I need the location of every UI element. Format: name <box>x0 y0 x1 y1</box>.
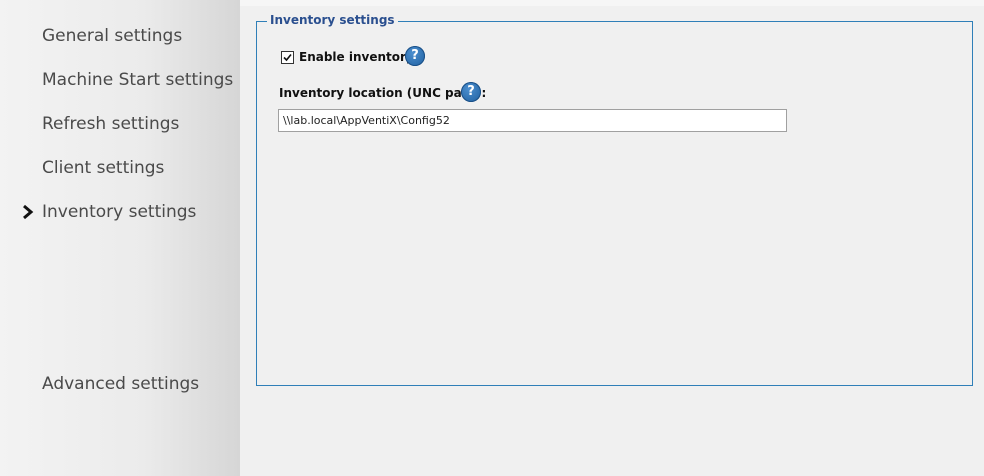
chevron-right-icon <box>23 204 34 220</box>
question-help-icon[interactable]: ? <box>405 46 425 66</box>
enable-inventory-checkbox[interactable] <box>281 51 294 64</box>
inventory-location-label: Inventory location (UNC path): <box>279 86 487 100</box>
inventory-location-input[interactable] <box>278 109 787 132</box>
inventory-settings-group-title: Inventory settings <box>267 13 398 27</box>
sidebar-item-general-settings[interactable]: General settings <box>42 26 182 46</box>
question-help-icon[interactable]: ? <box>461 82 481 102</box>
check-icon <box>283 53 292 62</box>
settings-sidebar: General settings Machine Start settings … <box>0 0 240 476</box>
enable-inventory-label[interactable]: Enable inventory <box>299 50 414 64</box>
sidebar-item-refresh-settings[interactable]: Refresh settings <box>42 114 179 134</box>
sidebar-item-client-settings[interactable]: Client settings <box>42 158 164 178</box>
sidebar-item-inventory-settings[interactable]: Inventory settings <box>42 202 196 222</box>
top-divider <box>240 0 984 6</box>
inventory-settings-group <box>256 21 973 386</box>
sidebar-item-machine-start-settings[interactable]: Machine Start settings <box>42 70 233 90</box>
sidebar-item-advanced-settings[interactable]: Advanced settings <box>42 374 199 394</box>
